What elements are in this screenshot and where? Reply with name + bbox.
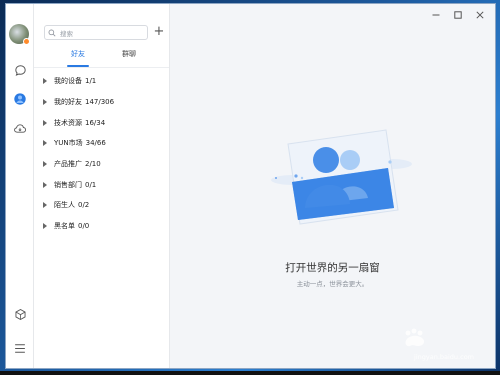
close-button[interactable]: [469, 8, 491, 22]
group-label: 陌生人: [54, 201, 75, 210]
group-count: 0/1: [85, 180, 97, 189]
watermark-url: jingyan.baidu.com: [414, 353, 474, 361]
caret-right-icon: [42, 223, 48, 230]
people-window-illustration: [271, 129, 412, 225]
group-label: 销售部门: [54, 180, 82, 189]
minimize-button[interactable]: [425, 8, 447, 22]
group-item[interactable]: 产品推广 2/10: [34, 154, 170, 175]
group-label: 我的好友: [54, 98, 82, 107]
caret-right-icon: [42, 202, 48, 209]
group-item[interactable]: 我的设备 1/1: [34, 71, 170, 92]
group-item[interactable]: 销售部门 0/1: [34, 174, 170, 195]
caret-right-icon: [42, 99, 48, 106]
caret-right-icon: [42, 181, 48, 188]
search-input[interactable]: 搜索: [44, 25, 148, 40]
caret-right-icon: [42, 140, 48, 147]
tab-groups[interactable]: 群聊: [122, 49, 136, 59]
window-controls: [425, 8, 491, 22]
add-button[interactable]: +: [152, 24, 166, 40]
group-list: 我的设备 1/1 我的好友 147/306 技术资源 16/34 YUN市场 3…: [34, 71, 170, 237]
caret-right-icon: [42, 161, 48, 168]
group-label: YUN市场: [54, 139, 83, 148]
tab-friends[interactable]: 好友: [71, 49, 85, 59]
cube-icon[interactable]: [12, 306, 28, 322]
group-item[interactable]: 黑名单 0/0: [34, 216, 170, 237]
empty-state-title: 打开世界的另一扇窗: [285, 262, 380, 274]
group-label: 技术资源: [54, 118, 82, 127]
nav-rail: [6, 4, 34, 368]
caret-right-icon: [42, 78, 48, 85]
search-icon: [48, 28, 57, 37]
group-item[interactable]: YUN市场 34/66: [34, 133, 170, 154]
group-item[interactable]: 我的好友 147/306: [34, 92, 170, 113]
group-item[interactable]: 技术资源 16/34: [34, 112, 170, 133]
baidu-jingyan-watermark: [405, 328, 425, 347]
group-label: 黑名单: [54, 222, 75, 231]
maximize-button[interactable]: [447, 8, 469, 22]
taskbar-edge: [0, 371, 500, 375]
group-count: 2/10: [85, 160, 101, 169]
menu-icon[interactable]: [12, 340, 28, 356]
contacts-panel: 搜索 + 好友 群聊 我的设备 1/1 我的好友 147/306 技术资源 16: [34, 4, 170, 368]
chat-icon[interactable]: [12, 62, 28, 78]
empty-state-subtitle: 主动一点，世界会更大。: [296, 280, 369, 288]
group-label: 产品推广: [54, 160, 82, 169]
status-dot: [23, 38, 30, 45]
tab-bar: 好友 群聊: [34, 49, 170, 67]
main-area: 打开世界的另一扇窗 主动一点，世界会更大。: [170, 4, 495, 368]
app-window: 搜索 + 好友 群聊 我的设备 1/1 我的好友 147/306 技术资源 16: [5, 3, 496, 369]
contacts-icon[interactable]: [12, 91, 28, 107]
group-count: 16/34: [85, 118, 106, 127]
search-placeholder: 搜索: [60, 29, 73, 38]
group-item[interactable]: 陌生人 0/2: [34, 195, 170, 216]
group-count: 0/2: [78, 201, 90, 210]
caret-right-icon: [42, 119, 48, 126]
group-count: 34/66: [85, 139, 106, 148]
cloud-icon[interactable]: [12, 120, 28, 136]
divider: [34, 67, 169, 68]
group-label: 我的设备: [54, 77, 82, 86]
group-count: 1/1: [85, 77, 97, 86]
group-count: 147/306: [85, 98, 115, 107]
group-count: 0/0: [78, 222, 90, 231]
